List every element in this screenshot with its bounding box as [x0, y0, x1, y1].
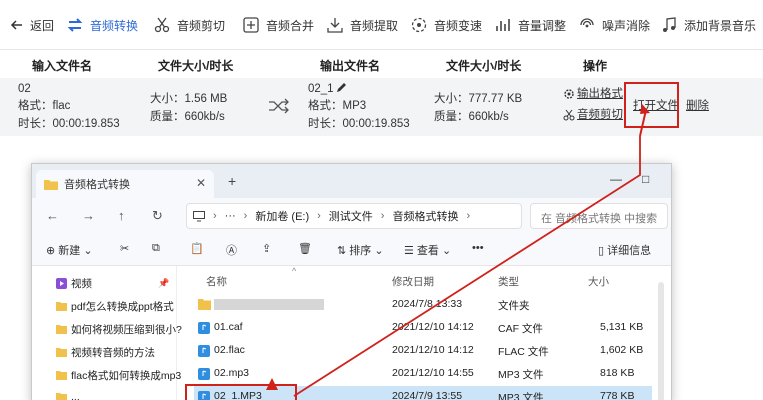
annotation-arrowhead [266, 378, 278, 390]
annotation-arrowhead [640, 104, 650, 114]
annotation-arrows [266, 104, 650, 397]
annotation-line [293, 136, 641, 397]
